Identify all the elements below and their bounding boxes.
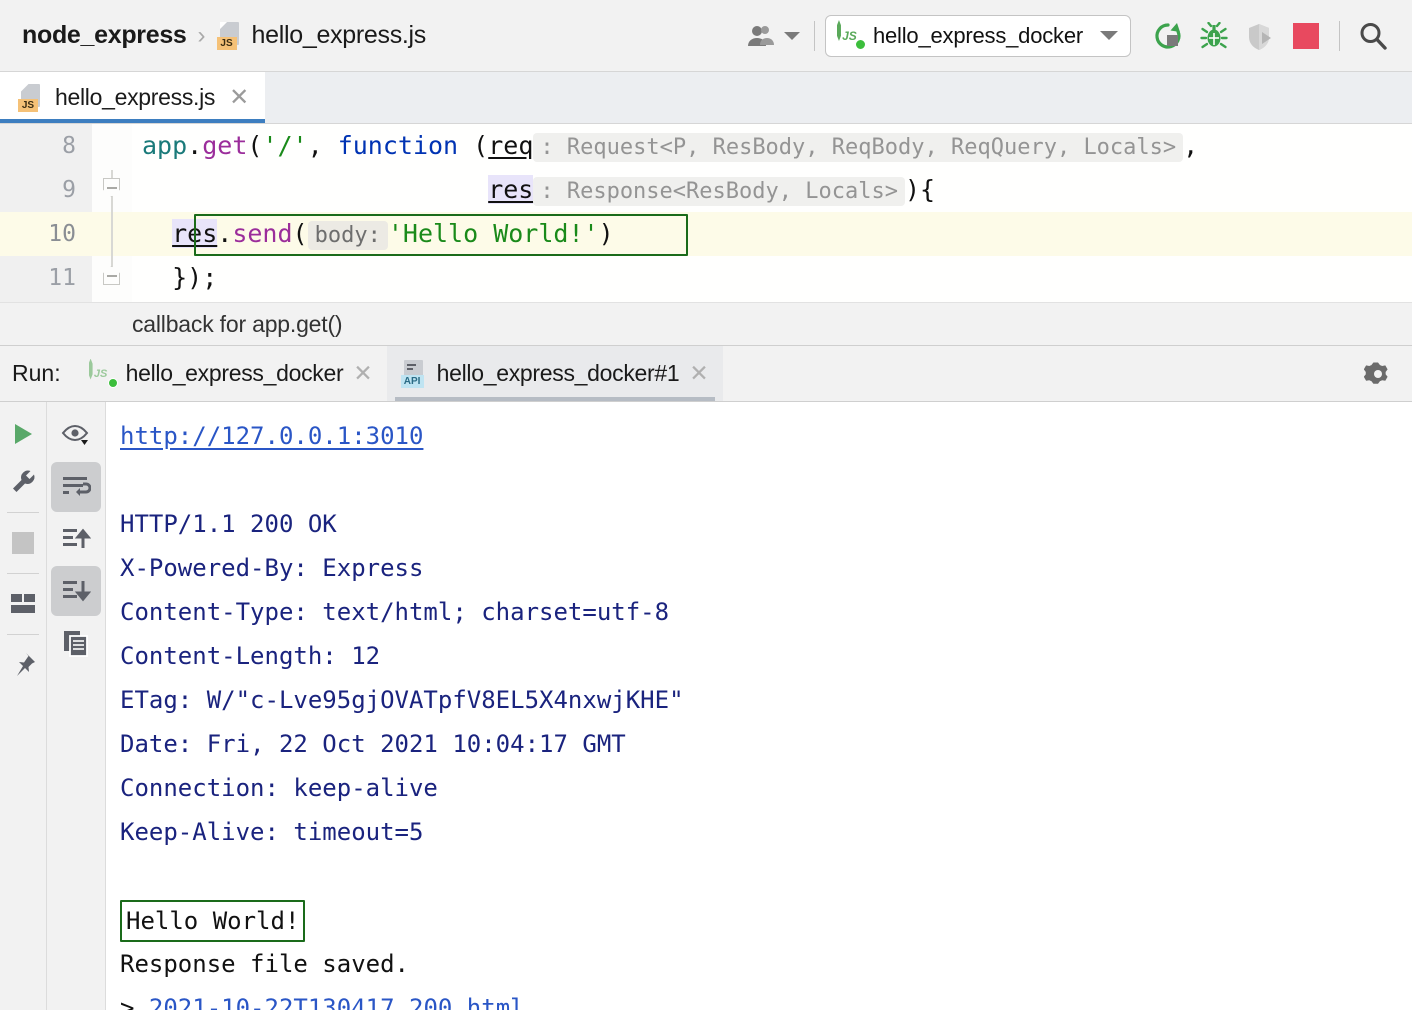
layout-icon[interactable]: [1, 580, 45, 628]
run-configuration-label: hello_express_docker: [873, 23, 1083, 49]
close-icon[interactable]: ✕: [353, 362, 372, 385]
run-window-body: http://127.0.0.1:3010 HTTP/1.1 200 OK X-…: [0, 402, 1412, 1010]
line-number-gutter: 8 9 10 11: [0, 124, 92, 302]
run-tab-hello-express-docker[interactable]: JS hello_express_docker ✕: [75, 346, 387, 401]
line-number: 8: [0, 124, 92, 168]
debug-icon[interactable]: [1191, 13, 1237, 59]
code-param-res: res: [488, 175, 533, 204]
toolbar-divider: [7, 512, 39, 513]
scroll-to-top-icon[interactable]: [51, 514, 101, 564]
breadcrumb-callback-label[interactable]: callback for app.get(): [132, 311, 342, 338]
stop-icon[interactable]: [1283, 13, 1329, 59]
run-icon[interactable]: [1, 410, 45, 458]
nodejs-icon: JS: [837, 22, 864, 49]
toolbar-divider: [7, 634, 39, 635]
run-tool-window: Run: JS hello_express_docker ✕ API hello…: [0, 346, 1412, 1010]
rerun-icon[interactable]: [1145, 13, 1191, 59]
soft-wrap-icon[interactable]: [51, 462, 101, 512]
code-token-app: app: [142, 131, 187, 160]
breadcrumb-project[interactable]: node_express: [22, 21, 187, 50]
run-configuration-selector[interactable]: JS hello_express_docker: [825, 15, 1131, 57]
ide-window: node_express › JS hello_express.js: [0, 0, 1412, 1010]
run-tab-bar: Run: JS hello_express_docker ✕ API hello…: [0, 346, 1412, 402]
api-file-icon: API: [401, 360, 427, 388]
code-token-send: send: [232, 219, 292, 248]
people-icon[interactable]: [744, 13, 804, 59]
breadcrumb-separator: ›: [198, 22, 206, 50]
code-param-req: req: [488, 131, 533, 160]
code-editor[interactable]: 8 9 10 11 app.get('/', function (req: Re…: [0, 124, 1412, 302]
run-window-label: Run:: [0, 360, 75, 387]
line-number: 10: [0, 212, 92, 256]
console-header-line: Date: Fri, 22 Oct 2021 10:04:17 GMT: [120, 730, 626, 758]
search-icon[interactable]: [1350, 13, 1396, 59]
console-saved-message: Response file saved.: [120, 950, 409, 978]
main-toolbar: node_express › JS hello_express.js: [0, 0, 1412, 72]
coverage-icon[interactable]: [1237, 13, 1283, 59]
code-content[interactable]: app.get('/', function (req: Request<P, R…: [132, 124, 1412, 302]
console-blank-line-2: [120, 854, 1412, 898]
run-tab-hello-express-docker-1[interactable]: API hello_express_docker#1 ✕: [387, 346, 723, 401]
wrench-icon[interactable]: [1, 458, 45, 506]
console-header-line: Connection: keep-alive: [120, 774, 438, 802]
run-actions-toolbar: [0, 402, 46, 1010]
console-header-line: Keep-Alive: timeout=5: [120, 818, 423, 846]
copy-icon[interactable]: [51, 618, 101, 668]
close-icon[interactable]: ✕: [689, 362, 708, 385]
editor-tab-hello-express[interactable]: JS hello_express.js ✕: [0, 72, 265, 123]
code-folding-gutter[interactable]: [92, 124, 132, 302]
editor-tab-label: hello_express.js: [55, 84, 215, 111]
code-line-10: res.send(body:'Hello World!'): [132, 212, 1412, 256]
editor-breadcrumb-strip: callback for app.get(): [0, 302, 1412, 346]
line-number: 11: [0, 256, 92, 300]
chevron-down-icon: [784, 32, 800, 40]
eye-icon[interactable]: [51, 410, 101, 460]
run-tab-label: hello_express_docker#1: [437, 360, 680, 387]
breadcrumb: node_express › JS hello_express.js: [22, 21, 426, 50]
pin-icon[interactable]: [1, 641, 45, 689]
inlay-hint-body-param[interactable]: body:: [308, 221, 388, 250]
console-header-line: Content-Type: text/html; charset=utf-8: [120, 598, 669, 626]
console-header-line: ETag: W/"c-Lve95gjOVATpfV8EL5X4nxwjKHE": [120, 686, 684, 714]
js-file-icon: JS: [217, 22, 243, 50]
console-header-line: Content-Length: 12: [120, 642, 380, 670]
js-file-icon: JS: [18, 84, 44, 112]
code-string-hello-world: 'Hello World!': [388, 219, 599, 248]
console-saved-file-link[interactable]: 2021-10-22T130417.200.html: [149, 994, 525, 1010]
code-line-11: });: [132, 256, 1412, 300]
inlay-hint-res-type[interactable]: : Response<ResBody, Locals>: [533, 177, 905, 206]
stop-icon[interactable]: [1, 519, 45, 567]
code-token-get: get: [202, 131, 247, 160]
line-number: 9: [0, 168, 92, 212]
console-response-body: Hello World!: [120, 900, 305, 942]
console-actions-toolbar: [46, 402, 106, 1010]
console-header-line: X-Powered-By: Express: [120, 554, 423, 582]
console-blank-line: [120, 458, 1412, 502]
console-status-line: HTTP/1.1 200 OK: [120, 510, 337, 538]
toolbar-divider-2: [1339, 21, 1340, 51]
nodejs-icon: JS: [89, 361, 116, 387]
breadcrumb-file[interactable]: hello_express.js: [252, 21, 426, 50]
console-output[interactable]: http://127.0.0.1:3010 HTTP/1.1 200 OK X-…: [106, 402, 1412, 1010]
editor-tab-bar: JS hello_express.js ✕: [0, 72, 1412, 124]
code-line-9: app.get('/', function (res: Response<Res…: [132, 168, 1412, 212]
console-prompt: >: [120, 994, 134, 1010]
toolbar-divider: [7, 573, 39, 574]
run-tab-label: hello_express_docker: [126, 360, 344, 387]
code-token-res: res: [172, 219, 217, 248]
inlay-hint-req-type[interactable]: : Request<P, ResBody, ReqBody, ReqQuery,…: [533, 133, 1183, 162]
scroll-to-end-icon[interactable]: [51, 566, 101, 616]
chevron-down-icon: [1100, 31, 1118, 40]
gear-icon[interactable]: [1356, 352, 1400, 396]
toolbar-divider: [814, 21, 815, 51]
console-url-link[interactable]: http://127.0.0.1:3010: [120, 422, 423, 450]
close-icon[interactable]: ✕: [229, 86, 249, 110]
code-line-8: app.get('/', function (req: Request<P, R…: [132, 124, 1412, 168]
